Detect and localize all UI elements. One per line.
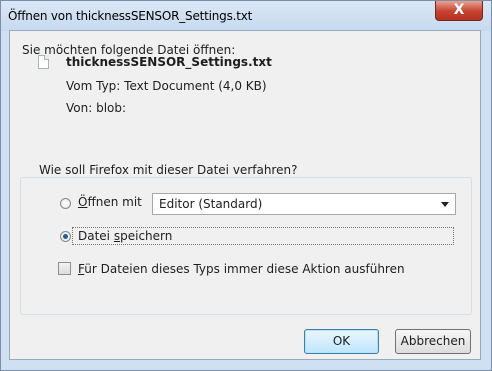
save-file-label[interactable]: Datei speichern [78,229,172,243]
file-source: Von: blob: [66,101,127,115]
open-with-radio[interactable] [60,198,71,209]
title-bar[interactable]: Öffnen von thicknessSENSOR_Settings.txt … [1,1,491,31]
text-file-icon [38,55,49,69]
save-file-radio[interactable] [60,231,71,242]
open-with-select[interactable]: Editor (Standard) [152,193,456,215]
remember-choice-checkbox[interactable] [58,262,71,275]
action-question: Wie soll Firefox mit dieser Datei verfah… [36,163,301,177]
file-name: thicknessSENSOR_Settings.txt [66,55,272,69]
ok-button[interactable]: OK [304,329,379,354]
close-icon: X [453,2,465,18]
remember-choice-label[interactable]: Für Dateien dieses Typs immer diese Akti… [78,262,405,276]
window-title: Öffnen von thicknessSENSOR_Settings.txt [8,9,253,23]
close-button[interactable]: X [435,1,483,21]
open-with-selected-app: Editor (Standard) [159,197,263,211]
chevron-down-icon [441,202,449,207]
open-with-label[interactable]: Öffnen mit [78,195,142,209]
file-type: Vom Typ: Text Document (4,0 KB) [66,79,267,93]
cancel-button[interactable]: Abbrechen [395,329,471,354]
